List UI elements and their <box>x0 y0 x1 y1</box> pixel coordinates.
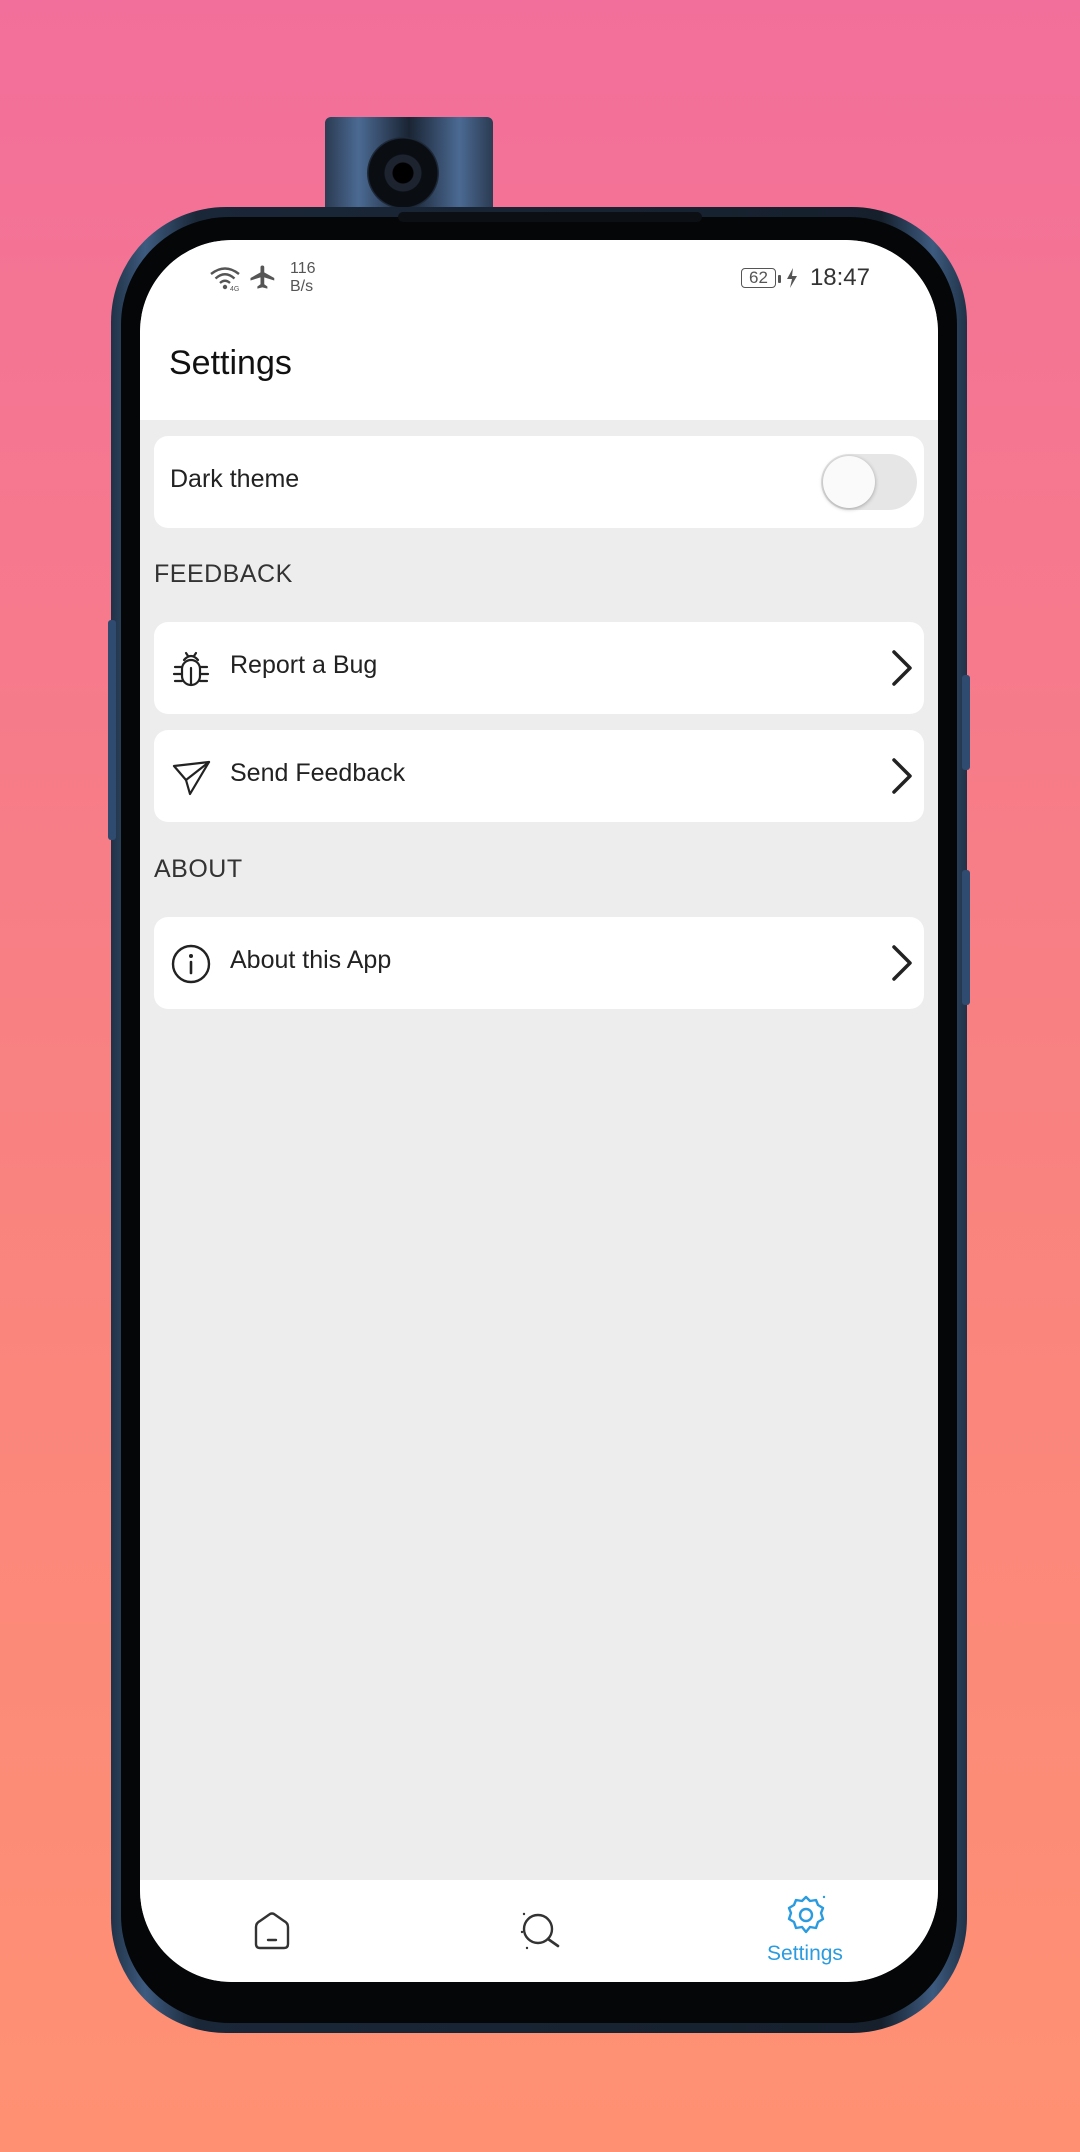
camera-lens <box>367 137 439 209</box>
app-bar: Settings <box>140 320 938 420</box>
dark-theme-toggle[interactable] <box>821 454 917 510</box>
network-speed: 116 B/s <box>290 260 316 296</box>
chevron-right-icon <box>892 650 912 686</box>
send-feedback-item[interactable]: Send Feedback <box>154 730 924 822</box>
side-button <box>962 870 970 1005</box>
earpiece-speaker <box>398 212 702 222</box>
dark-theme-row[interactable]: Dark theme <box>154 436 924 528</box>
page-title: Settings <box>169 344 292 382</box>
battery-level: 62 <box>749 268 768 287</box>
bug-icon <box>172 651 210 687</box>
info-icon <box>171 944 211 984</box>
svg-text:4G: 4G <box>230 286 239 291</box>
nav-search[interactable] <box>439 1880 639 1982</box>
status-left: 4G 116 B/s <box>208 260 316 296</box>
nav-settings[interactable]: Settings <box>705 1880 905 1982</box>
phone-screen: 4G 116 B/s 62 18:47 Settings Dark theme … <box>140 240 938 1982</box>
report-bug-item[interactable]: Report a Bug <box>154 622 924 714</box>
about-app-item[interactable]: About this App <box>154 917 924 1009</box>
status-right: 62 18:47 <box>741 264 870 292</box>
chevron-right-icon <box>892 758 912 794</box>
nav-settings-label: Settings <box>767 1942 843 1965</box>
settings-gear-icon <box>787 1895 826 1934</box>
chevron-right-icon <box>892 945 912 981</box>
about-app-label: About this App <box>230 946 392 974</box>
toggle-knob <box>823 456 875 508</box>
charging-icon <box>786 268 797 288</box>
wifi-icon: 4G <box>210 267 240 291</box>
network-speed-value: 116 <box>290 260 316 277</box>
power-button <box>962 675 970 770</box>
report-bug-label: Report a Bug <box>230 651 378 679</box>
search-icon <box>520 1912 560 1950</box>
battery-icon: 62 <box>741 268 781 288</box>
feedback-section-header: FEEDBACK <box>154 560 293 588</box>
dark-theme-label: Dark theme <box>170 465 300 493</box>
status-bar: 4G 116 B/s 62 18:47 <box>140 240 938 320</box>
nav-home[interactable] <box>172 1880 372 1982</box>
bottom-navigation: Settings <box>140 1880 938 1982</box>
airplane-mode-icon <box>250 265 275 289</box>
send-icon <box>172 760 211 796</box>
status-time: 18:47 <box>809 264 870 291</box>
network-speed-unit: B/s <box>290 278 314 295</box>
volume-button <box>108 620 116 840</box>
popup-camera <box>325 117 493 217</box>
home-icon <box>254 1912 290 1950</box>
send-feedback-label: Send Feedback <box>230 759 406 787</box>
about-section-header: ABOUT <box>154 855 243 883</box>
